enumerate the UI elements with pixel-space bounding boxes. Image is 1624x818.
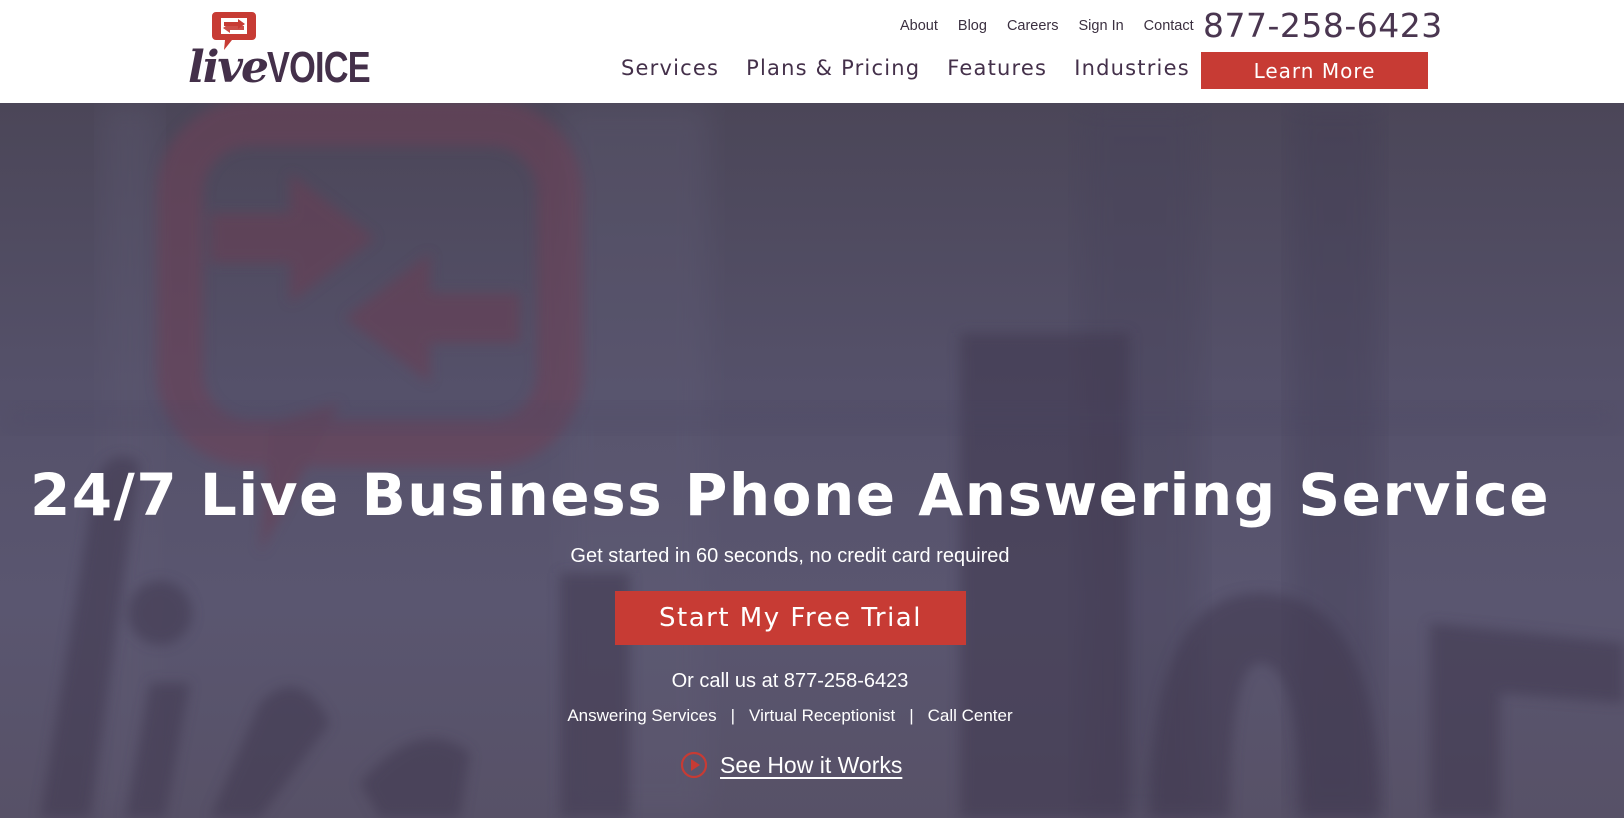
hero-title: 24/7 Live Business Phone Answering Servi… xyxy=(29,461,1551,529)
top-link-contact[interactable]: Contact xyxy=(1144,18,1194,34)
hero-section: 24/7 Live Business Phone Answering Servi… xyxy=(0,103,1624,818)
nav-item-plans-pricing[interactable]: Plans & Pricing xyxy=(746,56,920,80)
service-links: Answering Services | Virtual Receptionis… xyxy=(0,706,1580,726)
top-link-careers[interactable]: Careers xyxy=(1007,18,1059,34)
play-circle-icon xyxy=(680,751,708,779)
utility-nav: About Blog Careers Sign In Contact xyxy=(900,18,1214,34)
link-virtual-receptionist[interactable]: Virtual Receptionist xyxy=(749,706,895,726)
logo-wordmark: liveVOICE xyxy=(188,46,399,90)
nav-item-features[interactable]: Features xyxy=(947,56,1047,80)
top-link-about[interactable]: About xyxy=(900,18,938,34)
header-phone-number[interactable]: 877-258-6423 xyxy=(1203,6,1443,45)
livevoice-logo[interactable]: liveVOICE xyxy=(186,10,371,90)
hero-subtitle: Get started in 60 seconds, no credit car… xyxy=(570,545,1010,567)
start-free-trial-button[interactable]: Start My Free Trial xyxy=(615,591,966,645)
see-how-it-works-link[interactable]: See How it Works xyxy=(680,751,902,779)
site-header: liveVOICE About Blog Careers Sign In Con… xyxy=(0,0,1624,103)
call-us-line[interactable]: Or call us at 877-258-6423 xyxy=(0,670,1580,693)
top-link-sign-in[interactable]: Sign In xyxy=(1079,18,1124,34)
link-call-center[interactable]: Call Center xyxy=(928,706,1013,726)
main-nav: Services Plans & Pricing Features Indust… xyxy=(621,56,1217,80)
link-separator: | xyxy=(730,706,736,725)
link-separator: | xyxy=(909,706,914,725)
nav-item-services[interactable]: Services xyxy=(621,56,719,80)
logo-voice-text: VOICE xyxy=(267,43,371,92)
link-answering-services[interactable]: Answering Services xyxy=(567,706,716,726)
learn-more-button[interactable]: Learn More xyxy=(1201,52,1428,89)
see-how-it-works-label: See How it Works xyxy=(720,751,903,778)
logo-live-text: live xyxy=(188,42,269,93)
nav-item-industries[interactable]: Industries xyxy=(1074,56,1190,80)
top-link-blog[interactable]: Blog xyxy=(958,18,987,34)
